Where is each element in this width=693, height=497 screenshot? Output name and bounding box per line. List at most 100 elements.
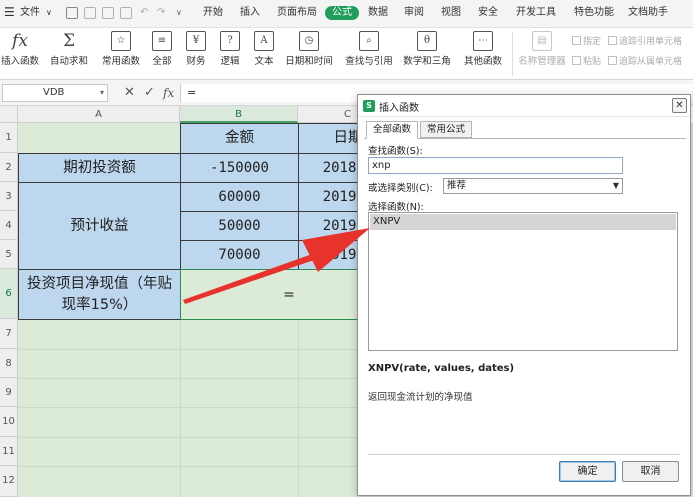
- tab-data[interactable]: 数据: [368, 6, 388, 20]
- more-functions-button[interactable]: ⋯ 其他函数: [458, 28, 508, 80]
- clock-icon: ◷: [299, 31, 319, 51]
- trace-dependents-icon: [608, 56, 617, 65]
- name-box-value: VDB: [43, 87, 65, 98]
- export-pdf-icon[interactable]: [84, 7, 96, 19]
- tab-doc-assistant[interactable]: 文档助手: [628, 6, 668, 20]
- row-header-4[interactable]: 4: [0, 211, 18, 240]
- file-menu[interactable]: 文件: [20, 6, 40, 20]
- column-header-b[interactable]: B: [180, 106, 298, 123]
- search-function-input[interactable]: xnp: [368, 157, 623, 174]
- chevron-down-icon[interactable]: ▾: [100, 85, 104, 101]
- name-manager-button[interactable]: ▤ 名称管理器: [518, 28, 566, 80]
- cell-a3-merged[interactable]: 预计收益: [18, 182, 181, 270]
- insert-function-button[interactable]: fx 插入函数: [0, 28, 40, 80]
- tab-page-layout[interactable]: 页面布局: [277, 6, 317, 20]
- cell-a2[interactable]: 期初投资额: [18, 153, 181, 183]
- category-select[interactable]: 推荐 ▼: [443, 178, 623, 194]
- quick-access-more-icon[interactable]: ∨: [176, 6, 182, 20]
- paste-name-button[interactable]: 粘贴: [572, 54, 601, 67]
- autosum-button[interactable]: Σ 自动求和: [46, 28, 92, 80]
- row-header-11[interactable]: 11: [0, 437, 18, 466]
- all-functions-label: 全部: [152, 56, 172, 67]
- logical-button[interactable]: ? 逻辑: [216, 28, 244, 80]
- financial-button[interactable]: ¥ 财务: [182, 28, 210, 80]
- trace-precedents-icon: [608, 36, 617, 45]
- cancel-button[interactable]: 取消: [622, 461, 679, 482]
- cell-b5[interactable]: 70000: [180, 240, 299, 270]
- tab-all-functions[interactable]: 全部函数: [366, 121, 419, 139]
- cell-b1[interactable]: 金额: [180, 123, 299, 154]
- define-name-icon: [572, 36, 581, 45]
- chevron-down-icon[interactable]: ▼: [613, 179, 619, 193]
- ribbon-divider: [512, 32, 513, 76]
- dialog-title-bar[interactable]: S 插入函数 ✕: [358, 95, 690, 117]
- row-header-3[interactable]: 3: [0, 182, 18, 211]
- insert-function-dialog: S 插入函数 ✕ 全部函数 常用公式 查找函数(S): xnp 或选择类别(C)…: [357, 94, 691, 496]
- date-time-button[interactable]: ◷ 日期和时间: [282, 28, 336, 80]
- define-name-label: 指定: [583, 37, 602, 47]
- cell-b2[interactable]: -150000: [180, 153, 299, 183]
- fx-icon: fx: [12, 31, 28, 51]
- tab-formulas[interactable]: 公式: [325, 6, 359, 20]
- category-label: 或选择类别(C):: [368, 183, 433, 194]
- function-signature: XNPV(rate, values, dates): [368, 363, 515, 374]
- row-header-5[interactable]: 5: [0, 240, 18, 269]
- trace-precedents-button[interactable]: 追踪引用单元格: [608, 34, 682, 47]
- cell-a6[interactable]: 投资项目净现值（年贴现率15%）: [18, 269, 181, 320]
- row-header-7[interactable]: 7: [0, 319, 18, 349]
- print-icon[interactable]: [102, 7, 114, 19]
- define-name-button[interactable]: 指定: [572, 34, 601, 47]
- undo-icon[interactable]: ↶: [140, 6, 148, 20]
- file-menu-arrow[interactable]: ∨: [46, 6, 52, 20]
- tab-developer[interactable]: 开发工具: [516, 6, 556, 20]
- math-trig-label: 数学和三角: [403, 56, 451, 67]
- close-icon[interactable]: ✕: [672, 98, 687, 113]
- row-header-10[interactable]: 10: [0, 407, 18, 437]
- lookup-reference-button[interactable]: ⌕ 查找与引用: [342, 28, 396, 80]
- function-list[interactable]: XNPV: [368, 212, 678, 351]
- name-manager-label: 名称管理器: [518, 56, 566, 67]
- tab-special-features[interactable]: 特色功能: [574, 6, 614, 20]
- save-icon[interactable]: [66, 7, 78, 19]
- cancel-formula-icon[interactable]: ✕: [124, 85, 135, 101]
- financial-label: 财务: [186, 56, 206, 67]
- tab-security[interactable]: 安全: [478, 6, 498, 20]
- gridline: [18, 437, 398, 438]
- row-header-8[interactable]: 8: [0, 349, 18, 378]
- tab-insert[interactable]: 插入: [240, 6, 260, 20]
- tab-review[interactable]: 审阅: [404, 6, 424, 20]
- row-header-6[interactable]: 6: [0, 269, 18, 319]
- math-trig-button[interactable]: θ 数学和三角: [400, 28, 454, 80]
- gridline: [18, 466, 398, 467]
- date-time-label: 日期和时间: [285, 56, 333, 67]
- redo-icon[interactable]: ↷: [157, 6, 165, 20]
- row-header-1[interactable]: 1: [0, 123, 18, 153]
- cell-b3[interactable]: 60000: [180, 182, 299, 212]
- ok-button[interactable]: 确定: [559, 461, 616, 482]
- all-functions-button[interactable]: ≡ 全部: [148, 28, 176, 80]
- ribbon-toolbar: fx 插入函数 Σ 自动求和 ☆ 常用函数 ≡ 全部 ¥ 财务 ? 逻辑 A 文…: [0, 28, 693, 80]
- search-label: 查找函数(S):: [368, 146, 423, 157]
- tab-home[interactable]: 开始: [203, 6, 223, 20]
- name-box[interactable]: VDB ▾: [2, 84, 108, 102]
- trace-dependents-button[interactable]: 追踪从属单元格: [608, 54, 682, 67]
- menu-icon[interactable]: ☰: [4, 5, 15, 19]
- common-functions-button[interactable]: ☆ 常用函数: [98, 28, 144, 80]
- gridline: [298, 319, 299, 497]
- trace-precedents-label: 追踪引用单元格: [619, 37, 683, 47]
- gridline: [180, 319, 181, 497]
- function-list-item-xnpv[interactable]: XNPV: [370, 214, 676, 230]
- row-header-9[interactable]: 9: [0, 378, 18, 407]
- tab-view[interactable]: 视图: [441, 6, 461, 20]
- cell-b4[interactable]: 50000: [180, 211, 299, 241]
- confirm-formula-icon[interactable]: ✓: [144, 85, 155, 101]
- row-header-2[interactable]: 2: [0, 153, 18, 182]
- row-header-12[interactable]: 12: [0, 466, 18, 497]
- column-header-a[interactable]: A: [18, 106, 180, 123]
- tab-common-formulas[interactable]: 常用公式: [420, 121, 473, 138]
- yen-icon: ¥: [186, 31, 206, 51]
- print-preview-icon[interactable]: [120, 7, 132, 19]
- fx-icon[interactable]: fx: [163, 85, 174, 101]
- select-all-corner[interactable]: [0, 106, 18, 123]
- text-button[interactable]: A 文本: [250, 28, 278, 80]
